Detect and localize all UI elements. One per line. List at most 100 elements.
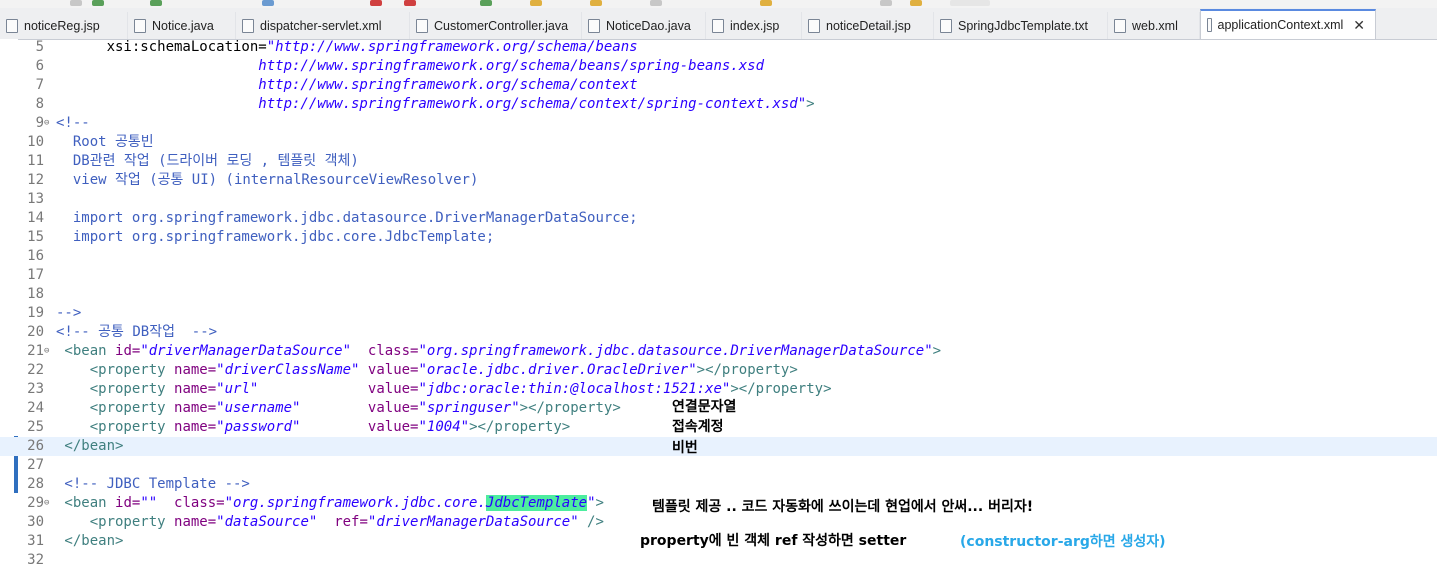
code-line[interactable]: 14 import org.springframework.jdbc.datas… xyxy=(0,209,1437,228)
code-token: value= xyxy=(367,419,419,435)
code-line[interactable]: 15 import org.springframework.jdbc.core.… xyxy=(0,228,1437,247)
code-line[interactable]: 32 xyxy=(0,551,1437,570)
code-line[interactable]: 18 xyxy=(0,285,1437,304)
line-number: 13 xyxy=(27,191,44,207)
code-line[interactable]: 27 xyxy=(0,456,1437,475)
editor-tab-bar: noticeReg.jsp Notice.java dispatcher-servl… xyxy=(0,8,1437,40)
fold-toggle-icon[interactable]: ⊖ xyxy=(44,494,49,513)
code-token: import org.springframework.jdbc.core.Jdb… xyxy=(56,229,495,245)
code-text: import org.springframework.jdbc.core.Jdb… xyxy=(56,228,494,247)
code-text: </bean> xyxy=(56,437,123,456)
code-token: <!-- 공통 DB작업 --> xyxy=(56,324,218,340)
code-token: <!-- xyxy=(56,115,90,131)
code-line[interactable]: 7 http://www.springframework.org/schema/… xyxy=(0,76,1437,95)
code-line[interactable]: 6 http://www.springframework.org/schema/… xyxy=(0,57,1437,76)
code-token: ref= xyxy=(334,514,368,530)
tab-customercontroller-java[interactable]: CustomerController.java xyxy=(410,12,582,39)
code-token: ></property> xyxy=(696,362,798,378)
code-token: <!-- JDBC Template --> xyxy=(56,476,250,492)
tab-dispatcher-servlet-xml[interactable]: dispatcher-servlet.xml xyxy=(236,12,410,39)
code-text: Root 공통빈 xyxy=(56,133,154,152)
fold-toggle-icon[interactable]: ⊖ xyxy=(44,114,49,133)
code-text: <property name="password" value="1004"><… xyxy=(56,418,571,437)
jsp-file-icon xyxy=(712,18,724,33)
code-token: <property xyxy=(56,400,175,416)
code-token: "driverManagerDataSource" xyxy=(367,514,579,530)
code-line[interactable]: 13 xyxy=(0,190,1437,209)
code-token: name= xyxy=(174,362,217,378)
line-number: 5 xyxy=(35,39,44,55)
code-line[interactable]: 8 http://www.springframework.org/schema/… xyxy=(0,95,1437,114)
code-token: name= xyxy=(174,400,217,416)
code-text: </bean> xyxy=(56,532,123,551)
code-token: "1004" xyxy=(418,419,470,435)
xml-file-icon xyxy=(242,18,254,33)
code-line[interactable]: 22 <property name="driverClassName" valu… xyxy=(0,361,1437,380)
tab-index-jsp[interactable]: index.jsp xyxy=(706,12,802,39)
code-token: name= xyxy=(174,514,217,530)
code-token: "http://www.springframework.org/schema/b… xyxy=(266,39,638,55)
line-number: 6 xyxy=(35,58,44,74)
code-token: value= xyxy=(367,381,419,397)
code-line[interactable]: 5 xsi:schemaLocation="http://www.springf… xyxy=(0,38,1437,57)
java-file-icon xyxy=(416,18,428,33)
tab-applicationcontext-xml[interactable]: applicationContext.xml ✕ xyxy=(1200,9,1376,39)
tab-noticereg-jsp[interactable]: noticeReg.jsp xyxy=(0,12,128,39)
code-text: xsi:schemaLocation="http://www.springfra… xyxy=(56,38,638,57)
code-text: http://www.springframework.org/schema/co… xyxy=(56,76,637,95)
annotation-constructor: (constructor-arg하면 생성자) xyxy=(960,534,1166,550)
code-line[interactable]: 28 <!-- JDBC Template --> xyxy=(0,475,1437,494)
code-token: import org.springframework.jdbc.datasour… xyxy=(56,210,638,226)
code-text: http://www.springframework.org/schema/co… xyxy=(56,95,814,114)
line-number: 14 xyxy=(27,210,44,226)
tab-web-xml[interactable]: web.xml xyxy=(1108,12,1200,39)
code-text: import org.springframework.jdbc.datasour… xyxy=(56,209,638,228)
tab-noticedetail-jsp[interactable]: noticeDetail.jsp xyxy=(802,12,934,39)
code-line[interactable]: 19 --> xyxy=(0,304,1437,323)
code-line[interactable]: 9 ⊖ <!-- xyxy=(0,114,1437,133)
code-token: "url" xyxy=(216,381,259,397)
code-text: <property name="dataSource" ref="driverM… xyxy=(56,513,604,532)
line-number: 18 xyxy=(27,286,44,302)
tab-notice-java[interactable]: Notice.java xyxy=(128,12,236,39)
code-editor[interactable]: 5 xsi:schemaLocation="http://www.springf… xyxy=(0,38,1437,568)
fold-toggle-icon[interactable]: ⊖ xyxy=(44,342,49,361)
tab-label: CustomerController.java xyxy=(434,18,569,33)
code-token: > xyxy=(932,343,942,359)
annotation-template: 템플릿 제공 .. 코드 자동화에 쓰이는데 현업에서 안써... 버리자! xyxy=(652,499,1034,515)
code-token: DB관련 작업 (드라이버 로딩 , 템플릿 객체) xyxy=(56,153,359,169)
line-number: 20 xyxy=(27,324,44,340)
tab-noticedao-java[interactable]: NoticeDao.java xyxy=(582,12,706,39)
code-text: DB관련 작업 (드라이버 로딩 , 템플릿 객체) xyxy=(56,152,359,171)
line-number: 17 xyxy=(27,267,44,283)
code-line[interactable]: 17 xyxy=(0,266,1437,285)
code-text: <property name="driverClassName" value="… xyxy=(56,361,798,380)
code-line[interactable]: 10 Root 공통빈 xyxy=(0,133,1437,152)
java-file-icon xyxy=(588,18,600,33)
code-line[interactable]: 11 DB관련 작업 (드라이버 로딩 , 템플릿 객체) xyxy=(0,152,1437,171)
close-icon[interactable]: ✕ xyxy=(1353,17,1365,34)
code-line[interactable]: 26 </bean> xyxy=(0,437,1437,456)
code-token: id= xyxy=(115,495,141,511)
code-token: class= xyxy=(367,343,419,359)
annotation-setter: property에 빈 객체 ref 작성하면 setter xyxy=(640,533,907,549)
code-line[interactable]: 16 xyxy=(0,247,1437,266)
code-token: "driverClassName" xyxy=(216,362,360,378)
code-token: JdbcTemplate xyxy=(485,495,588,511)
line-number: 19 xyxy=(27,305,44,321)
code-token: <bean xyxy=(56,343,116,359)
line-number: 15 xyxy=(27,229,44,245)
tab-label: noticeReg.jsp xyxy=(24,18,100,33)
line-number: 29 xyxy=(27,495,44,511)
code-line[interactable]: 12 view 작업 (공통 UI) (internalResourceView… xyxy=(0,171,1437,190)
annotation-connection-string: 연결문자열 xyxy=(672,399,737,415)
tab-springjdbctemplate-txt[interactable]: SpringJdbcTemplate.txt xyxy=(934,12,1108,39)
code-line[interactable]: 20 <!-- 공통 DB작업 --> xyxy=(0,323,1437,342)
code-text: --> xyxy=(56,304,81,323)
code-text: <bean id="" class="org.springframework.j… xyxy=(56,494,604,513)
annotation-account: 접속계정 xyxy=(672,419,724,435)
code-line[interactable]: 21 ⊖ <bean id="driverManagerDataSource" c… xyxy=(0,342,1437,361)
